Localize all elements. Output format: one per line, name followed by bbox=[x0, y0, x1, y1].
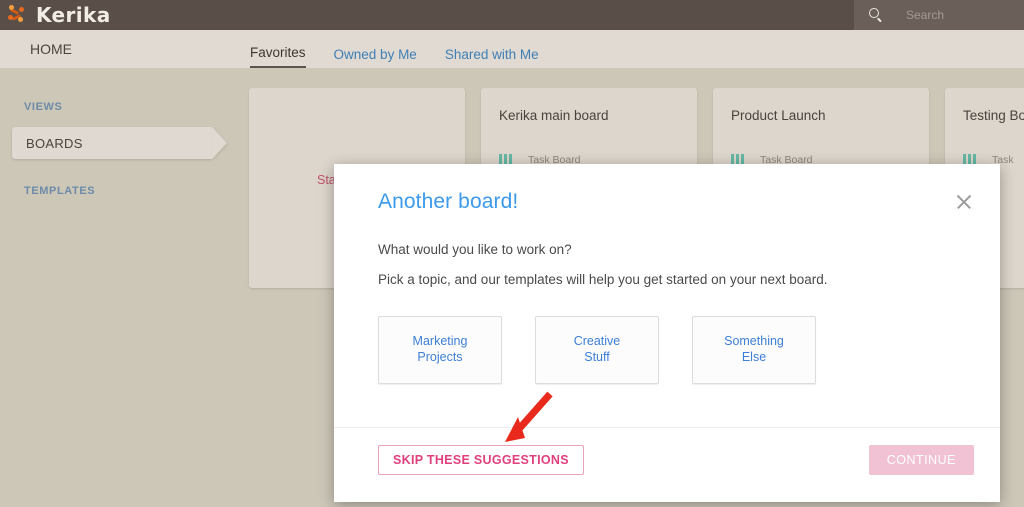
tab-owned-by-me[interactable]: Owned by Me bbox=[334, 47, 417, 69]
topic-marketing-projects[interactable]: Marketing Projects bbox=[378, 316, 502, 384]
topic-label-line2: Projects bbox=[417, 350, 463, 364]
another-board-dialog: Another board! What would you like to wo… bbox=[334, 164, 1000, 502]
topic-label-line1: Creative bbox=[573, 334, 621, 349]
topic-label-line1: Something bbox=[724, 334, 784, 349]
dialog-subtitle: Pick a topic, and our templates will hel… bbox=[378, 272, 828, 287]
tab-favorites[interactable]: Favorites bbox=[250, 45, 306, 68]
kerika-logo-icon bbox=[6, 3, 32, 27]
board-card-title: Testing Bo bbox=[963, 108, 1024, 123]
topic-something-else[interactable]: Something Else bbox=[692, 316, 816, 384]
tab-shared-with-me[interactable]: Shared with Me bbox=[445, 47, 539, 69]
skip-these-suggestions-button[interactable]: SKIP THESE SUGGESTIONS bbox=[378, 445, 584, 475]
continue-button[interactable]: CONTINUE bbox=[868, 445, 974, 475]
nav-home-label[interactable]: HOME bbox=[30, 41, 230, 57]
top-brand-bar: Kerika bbox=[0, 0, 1024, 30]
topic-label-line2: Stuff bbox=[584, 350, 610, 364]
topic-options: Marketing Projects Creative Stuff Someth… bbox=[378, 316, 816, 384]
secondary-nav-bar: HOME Favorites Owned by Me Shared with M… bbox=[0, 30, 1024, 68]
search-icon[interactable] bbox=[868, 7, 884, 23]
left-sidebar: VIEWS BOARDS TEMPLATES bbox=[0, 68, 248, 507]
dialog-title: Another board! bbox=[378, 190, 519, 213]
topic-label-line1: Marketing bbox=[412, 334, 468, 349]
dialog-footer-divider bbox=[334, 427, 1000, 428]
board-card-title: Kerika main board bbox=[499, 108, 609, 123]
sidebar-item-boards[interactable]: BOARDS bbox=[12, 127, 212, 159]
nav-tabs: Favorites Owned by Me Shared with Me bbox=[250, 30, 539, 68]
sidebar-item-templates[interactable]: TEMPLATES bbox=[24, 185, 248, 197]
brand-name: Kerika bbox=[36, 3, 111, 27]
topic-creative-stuff[interactable]: Creative Stuff bbox=[535, 316, 659, 384]
sidebar-section-views: VIEWS bbox=[24, 101, 63, 113]
search-input[interactable] bbox=[906, 8, 1016, 22]
search-area[interactable] bbox=[854, 0, 1024, 30]
kerika-app-window: Kerika HOME Favorites Owned by Me Shared… bbox=[0, 0, 1024, 507]
topic-label-line2: Else bbox=[741, 350, 767, 364]
new-board-card-label: Sta bbox=[317, 173, 336, 187]
close-icon[interactable] bbox=[952, 190, 976, 214]
brand-logo[interactable]: Kerika bbox=[0, 0, 111, 30]
board-card-title: Product Launch bbox=[731, 108, 826, 123]
dialog-question: What would you like to work on? bbox=[378, 242, 572, 257]
sidebar-item-boards-label: BOARDS bbox=[26, 135, 83, 151]
